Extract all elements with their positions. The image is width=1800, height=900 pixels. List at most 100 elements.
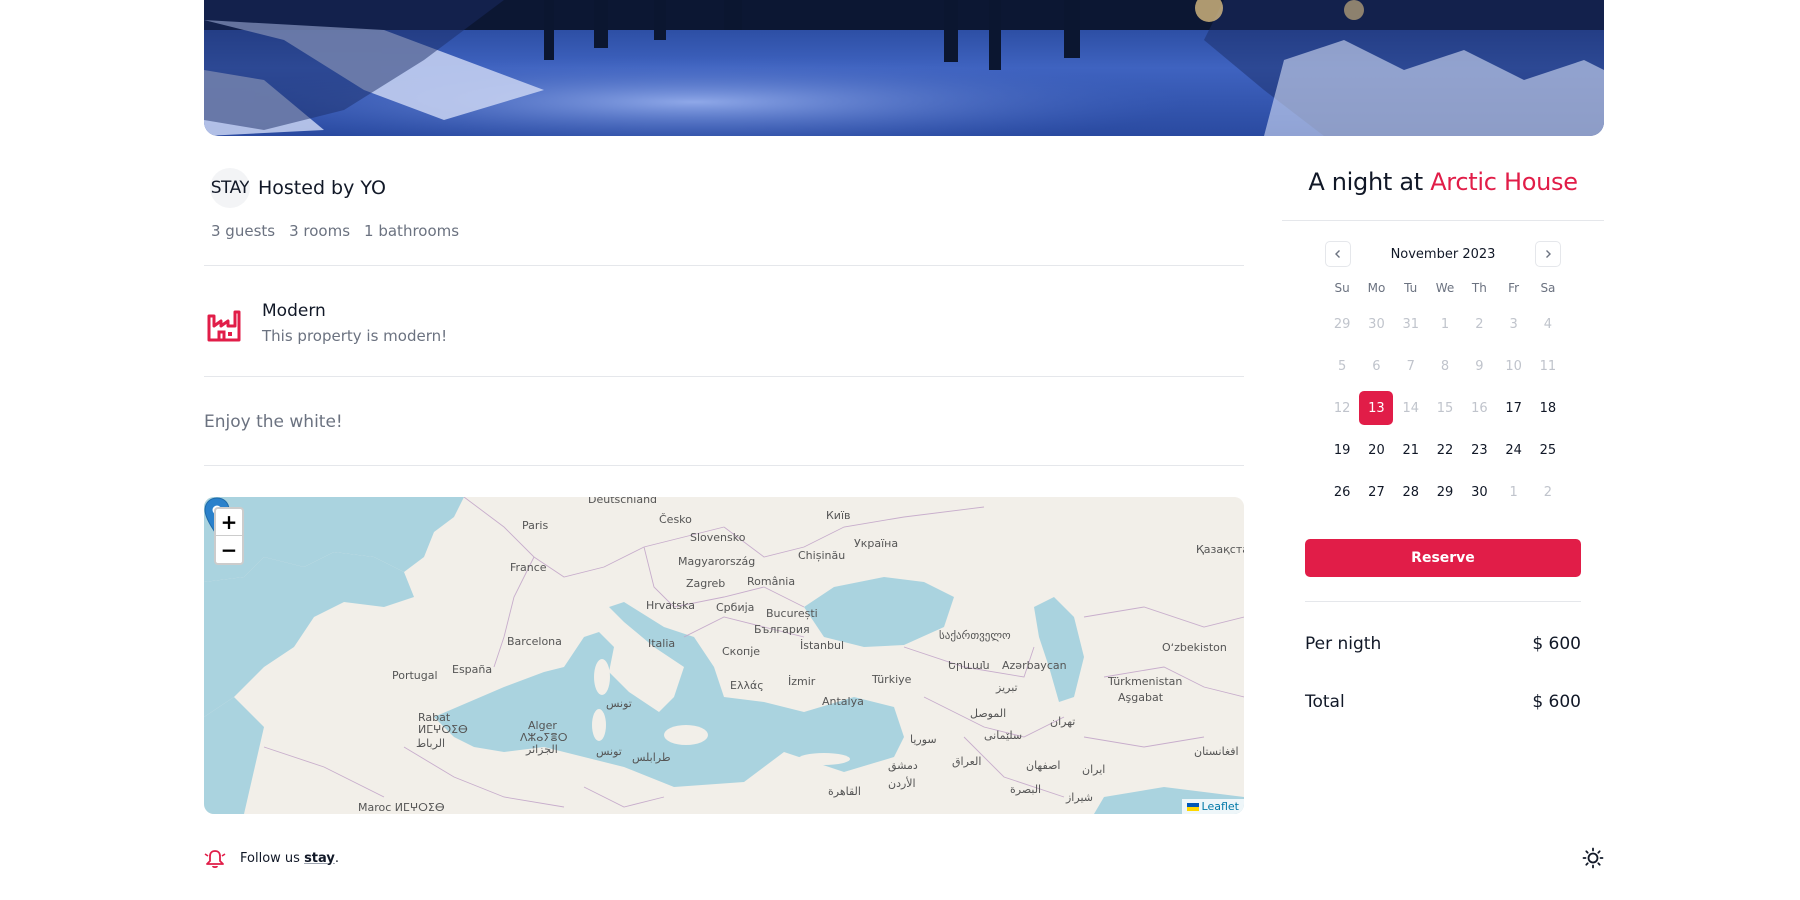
reserve-button[interactable]: Reserve — [1305, 539, 1581, 577]
listing-description: Enjoy the white! — [204, 412, 343, 432]
map-label: Portugal — [392, 669, 438, 682]
calendar-day-number: 12 — [1333, 400, 1351, 416]
calendar-day: 4 — [1531, 303, 1565, 345]
map-label: Maroc ⵍⵎⵖⵔⵉⴱ — [358, 801, 445, 814]
map-label: Zagreb — [686, 577, 726, 590]
weekday-header: Sa — [1540, 281, 1556, 295]
calendar-day-number: 6 — [1372, 358, 1381, 374]
calendar-day[interactable]: 22 — [1428, 429, 1462, 471]
calendar-day-number: 23 — [1471, 442, 1488, 458]
map-label: الأردن — [888, 777, 916, 790]
calendar-day: 5 — [1325, 345, 1359, 387]
feature-description: This property is modern! — [262, 327, 448, 345]
calendar-day: 3 — [1496, 303, 1530, 345]
calendar-day-number: 24 — [1505, 442, 1522, 458]
calendar-day-number: 27 — [1368, 484, 1385, 500]
calendar-day-selected[interactable]: 13 — [1359, 387, 1394, 429]
calendar-day: 15 — [1428, 387, 1462, 429]
calendar-day[interactable]: 28 — [1394, 471, 1428, 513]
calendar-day[interactable]: 27 — [1359, 471, 1393, 513]
calendar-day-number: 15 — [1436, 400, 1454, 416]
zoom-in-button[interactable]: + — [216, 509, 242, 536]
map-label: تونس — [606, 697, 632, 710]
booking-title-prefix: A night at — [1308, 168, 1431, 196]
map-label: Türkmenistan — [1108, 675, 1183, 688]
calendar-day: 29 — [1325, 303, 1359, 345]
zoom-out-button[interactable]: − — [216, 536, 242, 563]
per-night-label: Per nigth — [1305, 634, 1382, 654]
divider — [204, 265, 1244, 266]
calendar-day[interactable]: 21 — [1394, 429, 1428, 471]
calendar-grid: Su Mo Tu We Th Fr Sa 29 30 31 1 2 3 4 5 6 7 8 9 10 11 12 13 14 1… — [1325, 281, 1561, 513]
calendar-day-number: 19 — [1333, 442, 1351, 458]
calendar-day[interactable]: 30 — [1462, 471, 1496, 513]
calendar-day: 1 — [1428, 303, 1462, 345]
map-label: Chișinău — [798, 549, 846, 562]
chevron-left-icon — [1335, 250, 1340, 258]
map-label: Hrvatska — [646, 599, 696, 612]
map-label: Србија — [716, 601, 755, 614]
feature-title: Modern — [262, 301, 326, 321]
host-title: Hosted by YO — [258, 177, 386, 199]
calendar-day[interactable]: 25 — [1531, 429, 1565, 471]
map-label: България — [754, 623, 810, 636]
map-label: Magyarország — [678, 555, 756, 568]
weekday-header: Tu — [1404, 281, 1418, 295]
calendar-day[interactable]: 19 — [1325, 429, 1359, 471]
bathrooms-count: 1 bathrooms — [364, 222, 460, 240]
calendar-day-number: 18 — [1539, 400, 1557, 416]
host-section: STAY Hosted by YO 3 guests 3 rooms 1 bat… — [204, 168, 1244, 240]
calendar-day-number: 20 — [1368, 442, 1385, 458]
calendar-day: 7 — [1394, 345, 1428, 387]
map[interactable]: Deutschland Česko Київ Paris Slovensko У… — [204, 497, 1244, 814]
calendar-day[interactable]: 17 — [1496, 387, 1530, 429]
calendar-day[interactable]: 24 — [1496, 429, 1530, 471]
calendar-day[interactable]: 26 — [1325, 471, 1359, 513]
calendar-day: 16 — [1462, 387, 1496, 429]
leaflet-link[interactable]: Leaflet — [1202, 800, 1239, 813]
rooms-count: 3 rooms — [289, 222, 351, 240]
factory-icon — [207, 310, 241, 342]
map-label: Скопје — [722, 645, 761, 658]
calendar-day: 30 — [1359, 303, 1393, 345]
calendar-header: November 2023 — [1325, 241, 1561, 267]
snowy-forest-image — [204, 0, 1604, 136]
ukraine-flag-icon — [1186, 802, 1199, 811]
map-label: Azərbaycan — [1002, 659, 1067, 672]
calendar-day: 12 — [1325, 387, 1359, 429]
map-label: Antalya — [822, 695, 864, 708]
theme-toggle-sun-icon[interactable] — [1582, 847, 1604, 869]
weekday-header: Fr — [1508, 281, 1520, 295]
feature-item: Modern This property is modern! — [204, 300, 447, 346]
footer-text: Follow us stay. — [240, 851, 339, 866]
map-label: دمشق — [888, 759, 918, 772]
next-month-button[interactable] — [1534, 241, 1561, 267]
map-label: București — [766, 607, 818, 620]
map-label: Oʻzbekiston — [1162, 641, 1227, 654]
weekday-header: We — [1435, 281, 1455, 295]
map-label: ⵍⵎⵖⵔⵉⴱ — [418, 723, 468, 736]
map-label: Ελλάς — [730, 679, 764, 692]
calendar-day[interactable]: 20 — [1359, 429, 1393, 471]
calendar-day[interactable]: 18 — [1531, 387, 1565, 429]
calendar-day[interactable]: 29 — [1428, 471, 1462, 513]
map-label: Barcelona — [507, 635, 562, 648]
map-label: العراق — [952, 755, 982, 768]
map-label: România — [747, 575, 796, 588]
calendar-day-number: 30 — [1471, 484, 1488, 500]
calendar-day-number: 2 — [1543, 484, 1553, 500]
calendar-day[interactable]: 23 — [1462, 429, 1496, 471]
booking-title: A night at Arctic House — [1282, 168, 1604, 196]
stay-link[interactable]: stay — [304, 851, 335, 866]
map-label: سوريا — [910, 733, 937, 746]
map-label: طرابلس — [632, 751, 671, 764]
calendar-day: 31 — [1394, 303, 1428, 345]
prev-month-button[interactable] — [1325, 241, 1351, 267]
divider — [1282, 220, 1604, 221]
total-row: Total $ 600 — [1305, 692, 1581, 712]
calendar-day-number: 22 — [1436, 442, 1454, 458]
calendar-day-number: 3 — [1509, 316, 1518, 332]
map-attribution[interactable]: Leaflet — [1181, 799, 1244, 814]
calendar-day: 9 — [1462, 345, 1496, 387]
map-label: Česko — [659, 513, 692, 526]
